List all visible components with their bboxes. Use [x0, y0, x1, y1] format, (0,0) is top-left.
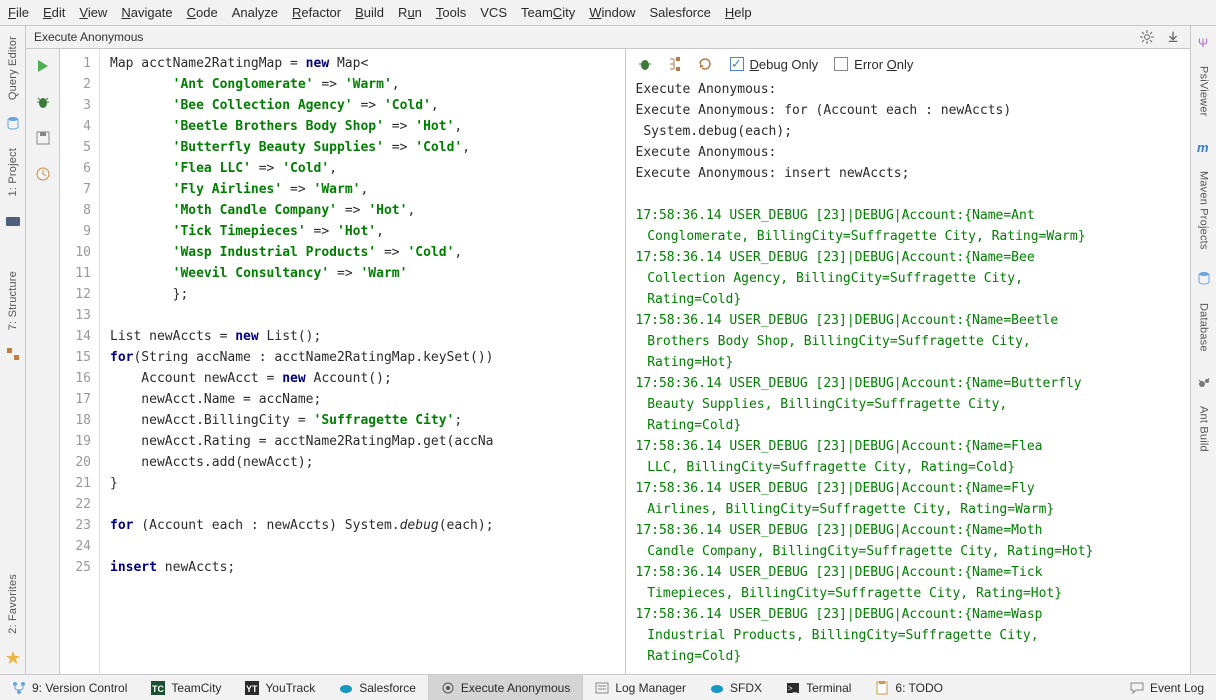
right-tool-rail: Ψ PsiViewer m Maven Projects Database An… [1190, 26, 1216, 674]
bottom-execute-anonymous[interactable]: Execute Anonymous [428, 675, 583, 700]
database-icon [5, 116, 21, 132]
menu-navigate[interactable]: Navigate [121, 5, 172, 20]
bottom-label: Execute Anonymous [461, 681, 570, 695]
todo-icon [875, 681, 889, 695]
debug-only-checkbox[interactable]: ✓ Debug Only [730, 57, 819, 72]
left-tool-rail: Query Editor 1: Project 7: Structure 2: … [0, 26, 26, 674]
terminal-icon: >_ [786, 681, 800, 695]
rail-project[interactable]: 1: Project [7, 148, 19, 196]
bottom-label: Salesforce [359, 681, 416, 695]
tab-title: Execute Anonymous [34, 30, 143, 44]
psi-icon: Ψ [1196, 34, 1212, 50]
star-icon [5, 650, 21, 666]
menu-refactor[interactable]: Refactor [292, 5, 341, 20]
rail-maven[interactable]: Maven Projects [1198, 171, 1210, 250]
menu-code[interactable]: Code [187, 5, 218, 20]
line-gutter: 1234567891011121314151617181920212223242… [60, 49, 100, 674]
output-log[interactable]: Execute Anonymous:Execute Anonymous: for… [626, 79, 1191, 674]
bottom-label: 9: Version Control [32, 681, 127, 695]
bottom-youtrack[interactable]: YT YouTrack [233, 675, 327, 700]
run-icon[interactable] [34, 57, 52, 75]
branch-icon [12, 681, 26, 695]
cloud-icon [710, 681, 724, 695]
svg-text:TC: TC [152, 684, 164, 694]
checkbox-label: ebug Only [759, 57, 818, 72]
menu-window[interactable]: Window [589, 5, 635, 20]
menu-help[interactable]: Help [725, 5, 752, 20]
history-icon[interactable] [34, 165, 52, 183]
output-toolbar: ✓ Debug Only Error Only [626, 49, 1191, 79]
rail-antbuild[interactable]: Ant Build [1198, 406, 1210, 452]
bottom-label: 6: TODO [895, 681, 943, 695]
rail-query-editor[interactable]: Query Editor [7, 36, 19, 100]
bottom-teamcity[interactable]: TC TeamCity [139, 675, 233, 700]
bottom-label: Log Manager [615, 681, 686, 695]
bottom-event-log[interactable]: Event Log [1118, 675, 1216, 700]
bottom-salesforce[interactable]: Salesforce [327, 675, 428, 700]
speech-icon [1130, 681, 1144, 695]
bottom-bar: 9: Version Control TC TeamCity YT YouTra… [0, 674, 1216, 700]
download-icon[interactable] [1164, 28, 1182, 46]
save-icon[interactable] [34, 129, 52, 147]
bottom-label: Terminal [806, 681, 851, 695]
svg-text:Ψ: Ψ [1198, 36, 1208, 50]
rail-structure[interactable]: 7: Structure [7, 271, 19, 330]
bottom-todo[interactable]: 6: TODO [863, 675, 955, 700]
menu-run[interactable]: Run [398, 5, 422, 20]
bug-icon[interactable] [34, 93, 52, 111]
svg-text:YT: YT [246, 684, 258, 694]
menu-edit[interactable]: Edit [43, 5, 65, 20]
editor-toolbar [26, 49, 60, 674]
bottom-version-control[interactable]: 9: Version Control [0, 675, 139, 700]
menu-bar: File Edit View Navigate Code Analyze Refactor B… [0, 0, 1216, 26]
bottom-label: SFDX [730, 681, 762, 695]
menu-view[interactable]: View [79, 5, 107, 20]
log-icon [595, 681, 609, 695]
split-view: 1234567891011121314151617181920212223242… [60, 49, 1190, 674]
center-region: Execute Anonymous 1234567891011121314151… [26, 26, 1190, 674]
tab-bar: Execute Anonymous [26, 26, 1190, 49]
bottom-label: Event Log [1150, 681, 1204, 695]
youtrack-icon: YT [245, 681, 259, 695]
output-pane: ✓ Debug Only Error Only Execute Anonymou… [626, 49, 1191, 674]
folder-icon [5, 213, 21, 229]
menu-teamcity[interactable]: TeamCity [521, 5, 575, 20]
bottom-label: YouTrack [265, 681, 315, 695]
tree-icon[interactable] [666, 55, 684, 73]
rail-favorites[interactable]: 2: Favorites [7, 574, 19, 634]
ant-icon [1196, 374, 1212, 390]
menu-salesforce[interactable]: Salesforce [649, 5, 710, 20]
svg-text:m: m [1197, 140, 1209, 155]
menu-file[interactable]: File [8, 5, 29, 20]
menu-tools[interactable]: Tools [436, 5, 466, 20]
main-frame: Query Editor 1: Project 7: Structure 2: … [0, 26, 1216, 674]
menu-build[interactable]: Build [355, 5, 384, 20]
rail-database[interactable]: Database [1198, 303, 1210, 352]
bug-icon[interactable] [636, 55, 654, 73]
bottom-log-manager[interactable]: Log Manager [583, 675, 698, 700]
bottom-sfdx[interactable]: SFDX [698, 675, 774, 700]
svg-text:>_: >_ [788, 684, 798, 693]
teamcity-icon: TC [151, 681, 165, 695]
code-pane: 1234567891011121314151617181920212223242… [60, 49, 626, 674]
bottom-label: TeamCity [171, 681, 221, 695]
maven-icon: m [1196, 139, 1212, 155]
gear-icon[interactable] [1138, 28, 1156, 46]
structure-icon [5, 346, 21, 362]
code-editor[interactable]: Map acctName2RatingMap = new Map< 'Ant C… [100, 49, 625, 674]
editor-frame: 1234567891011121314151617181920212223242… [26, 49, 1190, 674]
rail-psiviewer[interactable]: PsiViewer [1198, 66, 1210, 117]
menu-analyze[interactable]: Analyze [232, 5, 278, 20]
target-icon [441, 681, 455, 695]
database-icon [1196, 271, 1212, 287]
error-only-checkbox[interactable]: Error Only [834, 57, 913, 72]
bottom-terminal[interactable]: >_ Terminal [774, 675, 863, 700]
menu-vcs[interactable]: VCS [480, 5, 507, 20]
cloud-icon [339, 681, 353, 695]
refresh-icon[interactable] [696, 55, 714, 73]
